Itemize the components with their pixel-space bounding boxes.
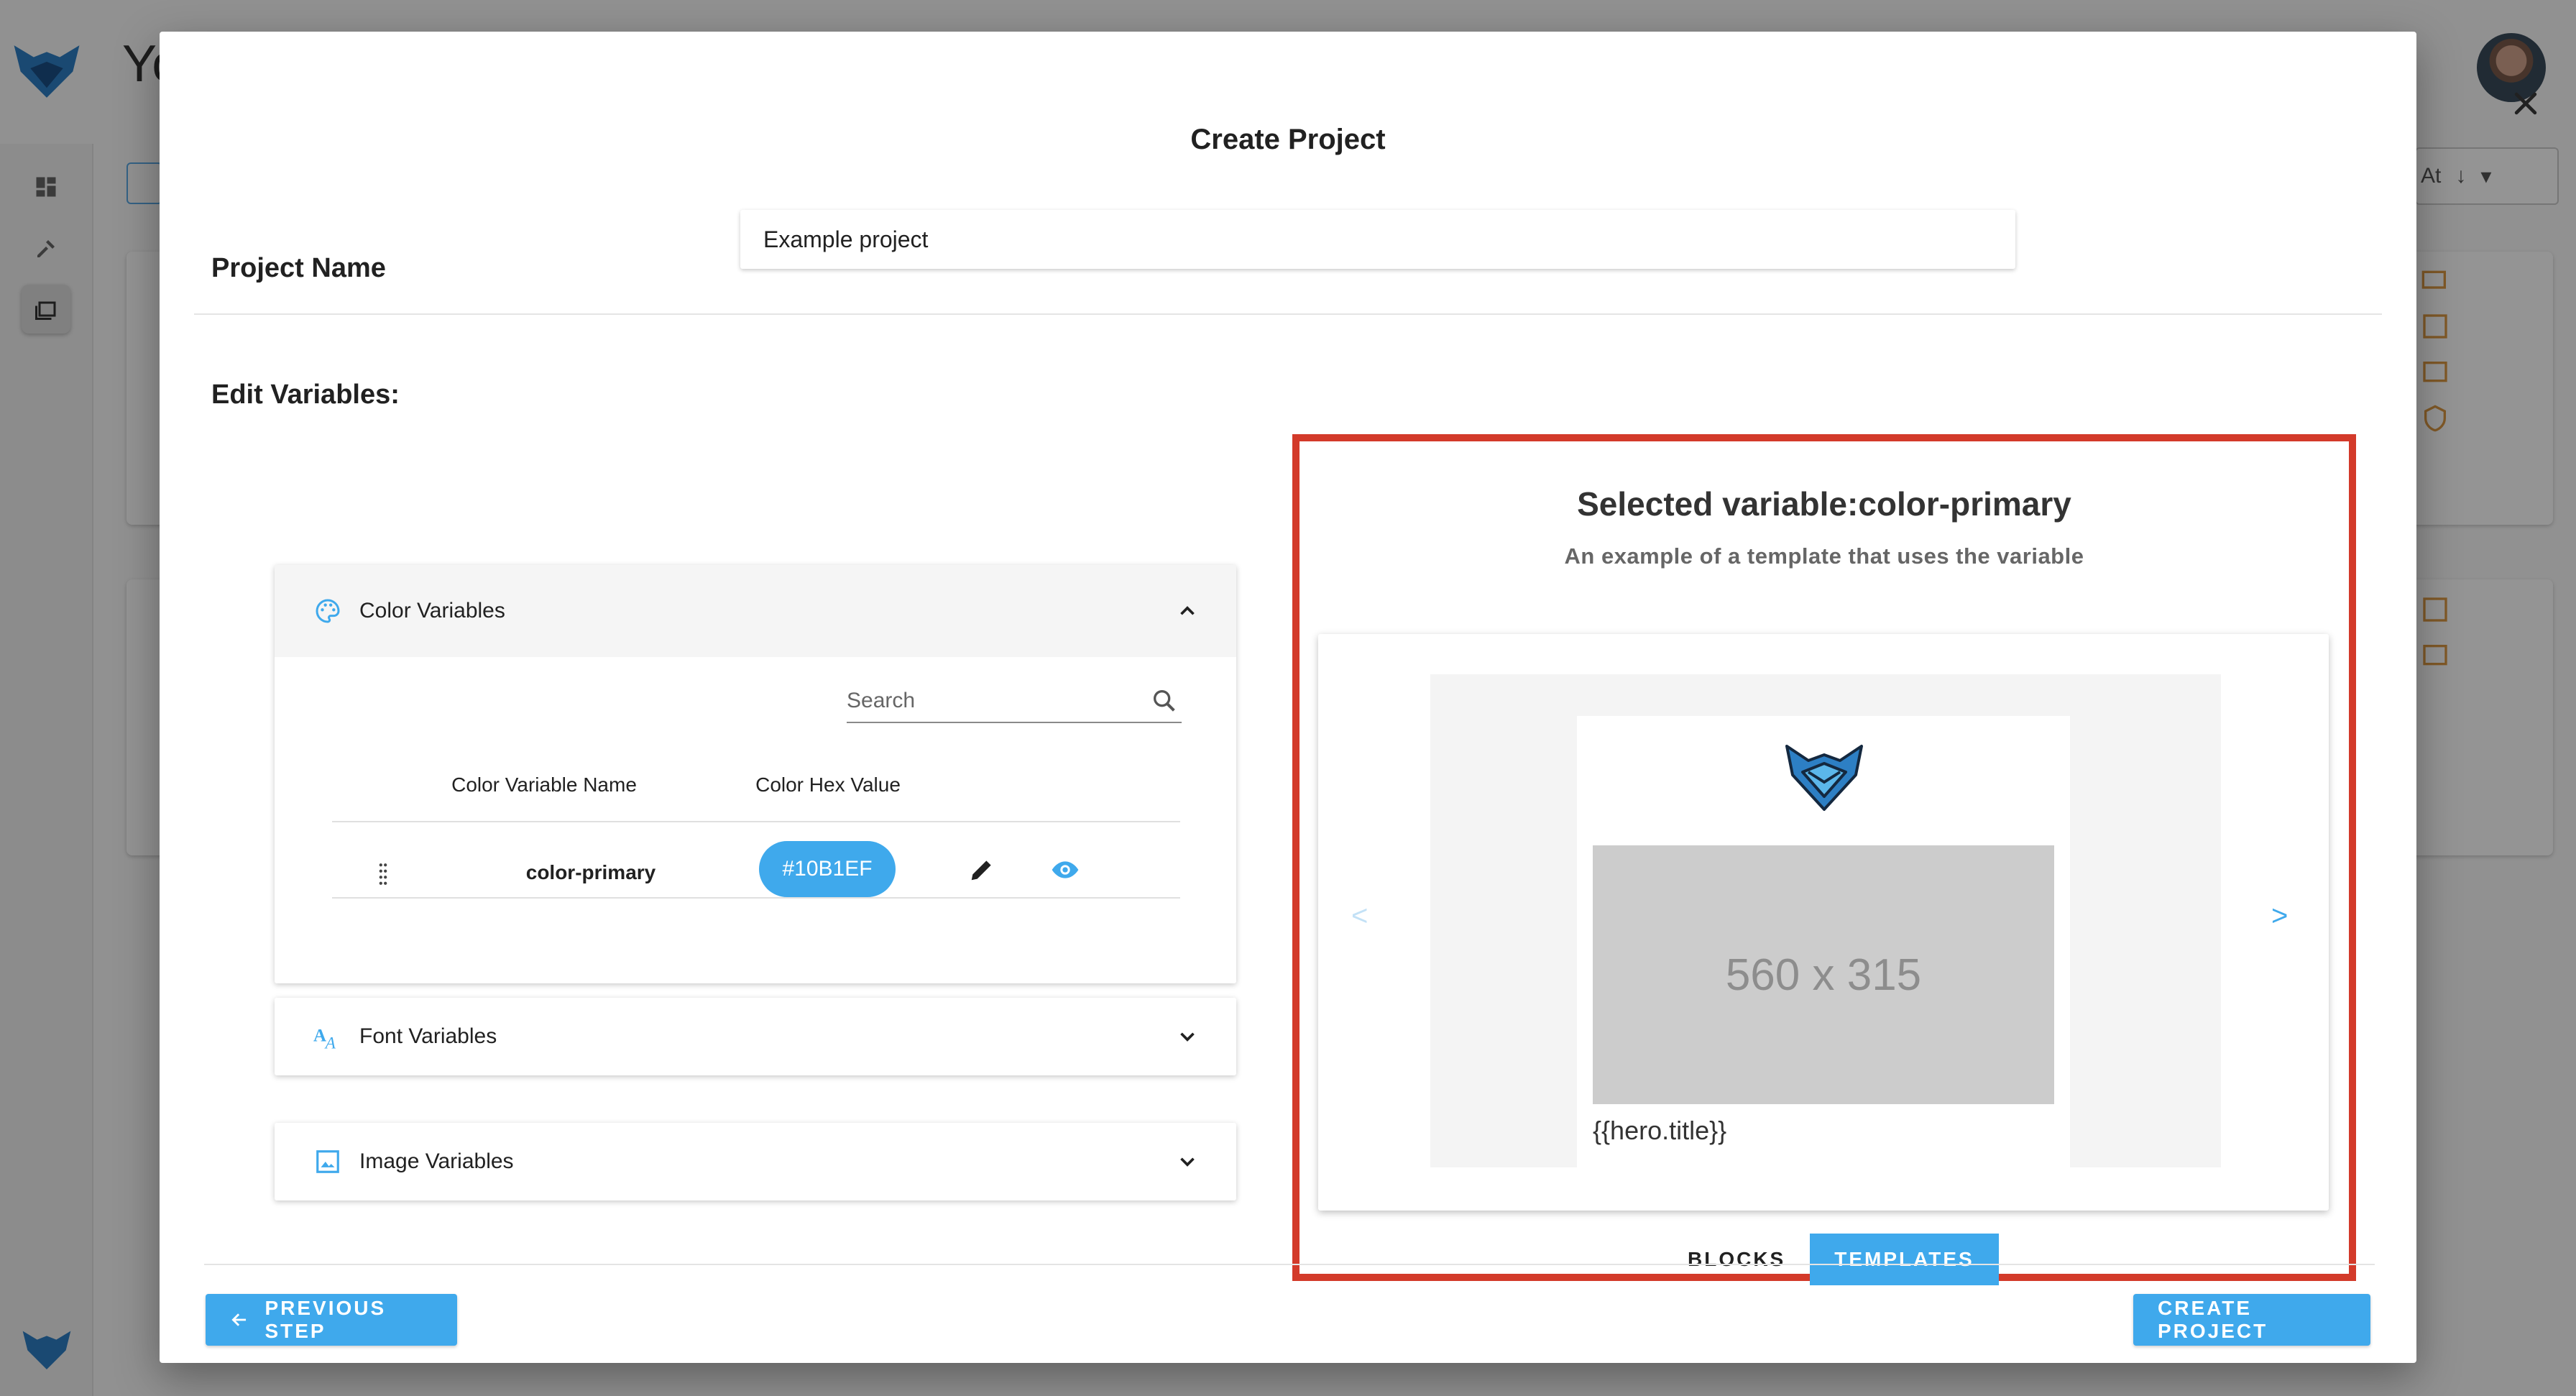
previous-step-label: PREVIOUS STEP — [264, 1297, 387, 1342]
image-icon — [312, 1146, 344, 1177]
font-variables-panel: AA Font Variables — [275, 998, 1236, 1075]
close-button[interactable] — [2497, 75, 2554, 132]
hex-value-chip[interactable]: #10B1EF — [759, 841, 896, 897]
template-body: 560 x 315 {{hero.title}} — [1577, 716, 2070, 1167]
chevron-up-icon[interactable] — [1173, 597, 1202, 625]
image-variables-panel: Image Variables — [275, 1123, 1236, 1200]
color-variables-header[interactable]: Color Variables — [275, 565, 1236, 657]
create-project-label: CREATE PROJECT — [2158, 1297, 2268, 1342]
create-project-dialog: Create Project Project Name Edit Variabl… — [160, 32, 2537, 1363]
template-hero-title: {{hero.title}} — [1593, 1116, 1727, 1145]
column-header-name[interactable]: Color Variable Name — [426, 773, 663, 796]
close-icon — [2514, 92, 2537, 115]
column-header-hex[interactable]: Color Hex Value — [720, 773, 936, 796]
preview-tabs: BLOCKS TEMPLATES — [1663, 1234, 1999, 1285]
image-variables-label: Image Variables — [359, 1149, 514, 1173]
drag-handle-icon[interactable] — [372, 860, 394, 888]
font-variables-label: Font Variables — [359, 1024, 497, 1048]
svg-text:A: A — [324, 1034, 336, 1051]
previous-step-button[interactable]: PREVIOUS STEP — [206, 1294, 457, 1346]
eye-icon — [1052, 861, 1079, 878]
project-name-input[interactable] — [740, 210, 2015, 269]
arrow-left-icon — [231, 1313, 247, 1326]
template-preview: 560 x 315 {{hero.title}} — [1430, 674, 2221, 1167]
project-name-label: Project Name — [211, 253, 386, 283]
table-divider — [332, 821, 1180, 822]
edit-button[interactable] — [965, 853, 999, 887]
preview-title: Selected variable:color-primary — [1577, 485, 2071, 523]
preview-subtitle: An example of a template that uses the v… — [1564, 543, 2084, 569]
chevron-down-icon[interactable] — [1173, 1022, 1202, 1051]
image-variables-header[interactable]: Image Variables — [275, 1123, 1236, 1200]
placeholder-image: 560 x 315 — [1593, 845, 2054, 1104]
dialog-title: Create Project — [1190, 124, 1386, 155]
divider — [194, 313, 2382, 315]
tab-blocks[interactable]: BLOCKS — [1663, 1234, 1810, 1285]
variable-preview: Selected variable:color-primary An examp… — [1292, 434, 2356, 1285]
carousel-prev-button[interactable]: < — [1351, 900, 1368, 932]
table-divider — [332, 897, 1180, 899]
svg-text:A: A — [313, 1027, 326, 1046]
pencil-icon — [971, 860, 991, 881]
fox-logo-icon — [1781, 735, 1867, 814]
search-icon[interactable] — [1147, 684, 1182, 718]
color-variables-panel: Color Variables Color Variable Name Colo… — [275, 565, 1236, 983]
color-search — [847, 680, 1182, 723]
edit-variables-label: Edit Variables: — [211, 380, 400, 410]
search-input[interactable] — [847, 689, 1147, 713]
template-carousel: < > 560 x 315 {{hero.title}} — [1318, 634, 2329, 1211]
variable-name: color-primary — [525, 861, 656, 883]
carousel-next-button[interactable]: > — [2271, 900, 2288, 932]
preview-button[interactable] — [1048, 853, 1082, 887]
color-variables-label: Color Variables — [359, 599, 505, 623]
font-icon: AA — [312, 1021, 344, 1052]
divider — [204, 1264, 2375, 1265]
tab-templates[interactable]: TEMPLATES — [1810, 1234, 1999, 1285]
font-variables-header[interactable]: AA Font Variables — [275, 998, 1236, 1075]
create-project-button[interactable]: CREATE PROJECT — [2133, 1294, 2370, 1346]
chevron-down-icon[interactable] — [1173, 1147, 1202, 1176]
palette-icon — [312, 595, 344, 627]
